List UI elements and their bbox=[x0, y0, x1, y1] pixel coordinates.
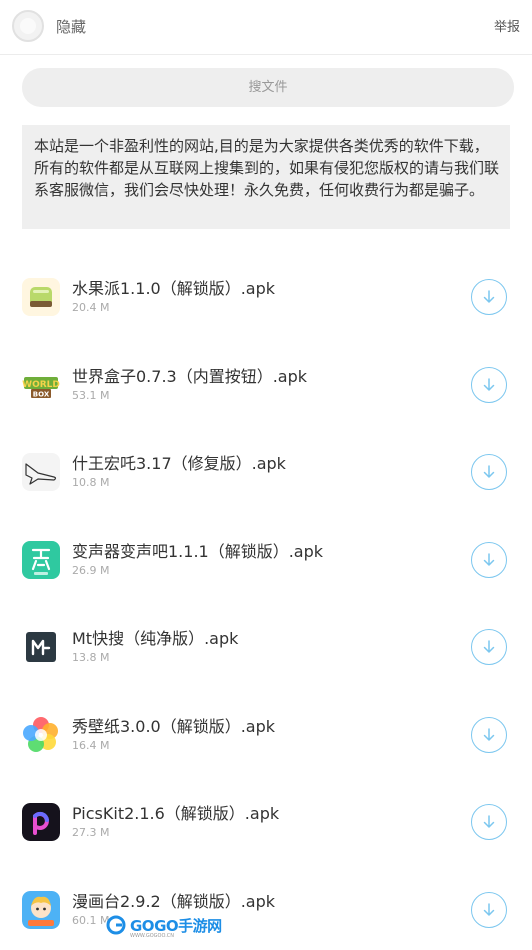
svg-text:WORLD: WORLD bbox=[22, 380, 60, 390]
download-button[interactable] bbox=[471, 367, 507, 403]
download-arrow-icon bbox=[481, 464, 497, 480]
file-size: 13.8 M bbox=[72, 651, 109, 664]
download-button[interactable] bbox=[471, 629, 507, 665]
download-button[interactable] bbox=[471, 454, 507, 490]
file-size: 10.8 M bbox=[72, 476, 109, 489]
download-button[interactable] bbox=[471, 892, 507, 928]
file-name[interactable]: 什王宏吒3.17（修复版）.apk bbox=[72, 450, 286, 474]
download-button[interactable] bbox=[471, 717, 507, 753]
svg-text:BOX: BOX bbox=[33, 390, 50, 398]
file-row[interactable]: PicsKit2.1.6（解锁版）.apk 27.3 M bbox=[0, 775, 532, 863]
download-arrow-icon bbox=[481, 552, 497, 568]
fruit-pie-app-icon bbox=[22, 278, 60, 316]
search-input[interactable] bbox=[22, 68, 514, 107]
download-button[interactable] bbox=[471, 279, 507, 315]
mt-search-app-icon bbox=[22, 628, 60, 666]
gogo-watermark-logo: GOGO手游网 WWW.GOGOO.CN bbox=[106, 910, 222, 940]
file-row[interactable]: Mt快搜（纯净版）.apk 13.8 M bbox=[0, 600, 532, 688]
download-button[interactable] bbox=[471, 542, 507, 578]
download-arrow-icon bbox=[481, 902, 497, 918]
file-name[interactable]: 漫画台2.9.2（解锁版）.apk bbox=[72, 888, 275, 912]
file-size: 26.9 M bbox=[72, 564, 109, 577]
file-list: 水果派1.1.0（解锁版）.apk 20.4 M WORLD BOX 世界盒子0… bbox=[0, 250, 532, 950]
file-name[interactable]: 秀壁纸3.0.0（解锁版）.apk bbox=[72, 713, 275, 737]
file-size: 16.4 M bbox=[72, 739, 109, 752]
file-name[interactable]: PicsKit2.1.6（解锁版）.apk bbox=[72, 800, 279, 824]
download-arrow-icon bbox=[481, 639, 497, 655]
watermark-logo-icon bbox=[106, 915, 126, 935]
voice-changer-app-icon bbox=[22, 541, 60, 579]
file-name[interactable]: 变声器变声吧1.1.1（解锁版）.apk bbox=[72, 538, 323, 562]
download-arrow-icon bbox=[481, 377, 497, 393]
file-size: 60.1 M bbox=[72, 914, 109, 927]
wallpaper-flower-app-icon bbox=[22, 716, 60, 754]
top-bar: 隐藏 举报 bbox=[0, 0, 532, 55]
file-row[interactable]: 什王宏吒3.17（修复版）.apk 10.8 M bbox=[0, 425, 532, 513]
airplane-app-icon bbox=[22, 453, 60, 491]
file-row[interactable]: 变声器变声吧1.1.1（解锁版）.apk 26.9 M bbox=[0, 513, 532, 601]
avatar[interactable] bbox=[12, 10, 44, 42]
picskit-app-icon bbox=[22, 803, 60, 841]
file-name[interactable]: Mt快搜（纯净版）.apk bbox=[72, 625, 238, 649]
download-arrow-icon bbox=[481, 727, 497, 743]
file-row[interactable]: WORLD BOX 世界盒子0.7.3（内置按钮）.apk 53.1 M bbox=[0, 338, 532, 426]
file-name[interactable]: 水果派1.1.0（解锁版）.apk bbox=[72, 275, 275, 299]
file-name[interactable]: 世界盒子0.7.3（内置按钮）.apk bbox=[72, 363, 307, 387]
file-size: 53.1 M bbox=[72, 389, 109, 402]
hide-button[interactable]: 隐藏 bbox=[56, 16, 86, 37]
file-row[interactable]: 秀壁纸3.0.0（解锁版）.apk 16.4 M bbox=[0, 688, 532, 776]
report-link[interactable]: 举报 bbox=[494, 16, 520, 35]
worldbox-app-icon: WORLD BOX bbox=[22, 366, 60, 404]
notice-text: 本站是一个非盈利性的网站,目的是为大家提供各类优秀的软件下载，所有的软件都是从互… bbox=[22, 125, 510, 229]
download-button[interactable] bbox=[471, 804, 507, 840]
file-size: 20.4 M bbox=[72, 301, 109, 314]
comic-app-icon bbox=[22, 891, 60, 929]
file-size: 27.3 M bbox=[72, 826, 109, 839]
watermark-subtext: WWW.GOGOO.CN bbox=[130, 933, 174, 939]
file-row[interactable]: 水果派1.1.0（解锁版）.apk 20.4 M bbox=[0, 250, 532, 338]
download-arrow-icon bbox=[481, 814, 497, 830]
download-arrow-icon bbox=[481, 289, 497, 305]
file-row[interactable]: 漫画台2.9.2（解锁版）.apk 60.1 M bbox=[0, 863, 532, 950]
